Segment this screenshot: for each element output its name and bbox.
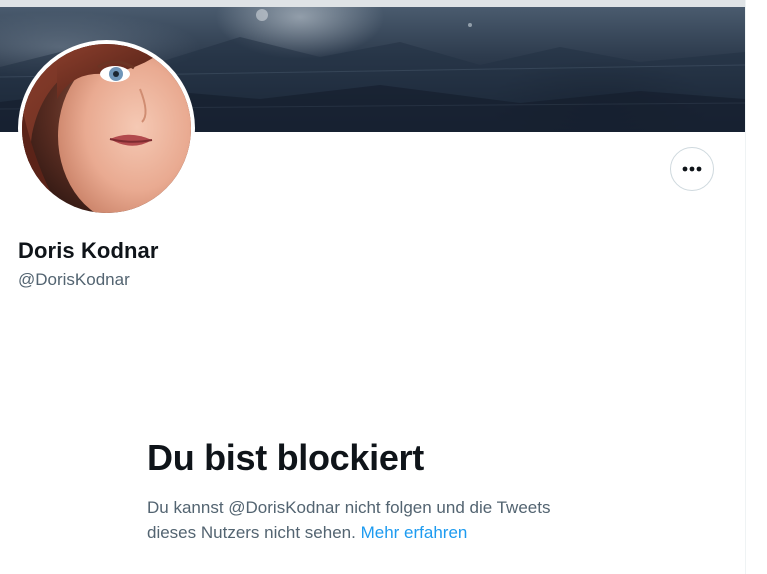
- top-edge: [0, 0, 745, 7]
- display-name: Doris Kodnar: [18, 238, 159, 263]
- blocked-description: Du kannst @DorisKodnar nicht folgen und …: [147, 495, 617, 545]
- avatar-photo: [22, 44, 191, 213]
- blocked-desc-line1: Du kannst @DorisKodnar nicht folgen und …: [147, 498, 551, 517]
- profile-handle: @DorisKodnar: [18, 270, 130, 289]
- blocked-desc-line2: dieses Nutzers nicht sehen.: [147, 523, 356, 542]
- more-options-button[interactable]: [670, 147, 714, 191]
- learn-more-link[interactable]: Mehr erfahren: [361, 523, 468, 542]
- blocked-title: Du bist blockiert: [147, 437, 424, 478]
- more-horizontal-icon: [682, 166, 702, 172]
- column-divider: [745, 0, 746, 574]
- profile-avatar[interactable]: [18, 40, 195, 217]
